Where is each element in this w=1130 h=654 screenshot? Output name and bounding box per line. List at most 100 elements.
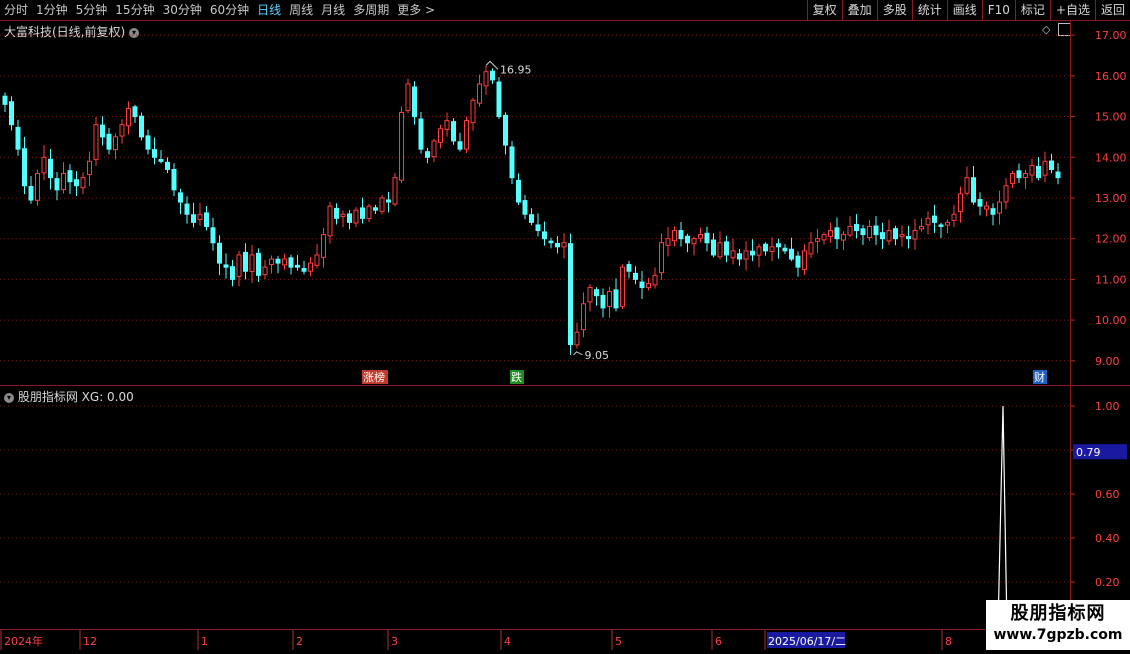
candle-body [1055, 171, 1061, 179]
candle-body [230, 266, 235, 280]
candle-body [496, 81, 502, 118]
tool-button-2[interactable]: 多股 [876, 0, 912, 20]
candle-body [880, 232, 885, 240]
candle-body [106, 133, 112, 150]
candle-body [2, 95, 8, 105]
period-tab-7[interactable]: 周线 [285, 0, 317, 20]
period-tab-2[interactable]: 5分钟 [72, 0, 112, 20]
candle-body [561, 242, 567, 248]
period-tab-9[interactable]: 多周期 [349, 0, 393, 20]
candle-body [48, 158, 53, 179]
candle-body [197, 213, 203, 220]
candle-body [925, 217, 931, 226]
xg-spike [997, 405, 1008, 629]
watermark: 股朋指标网 www.7gpzb.com [986, 600, 1130, 650]
tool-button-4[interactable]: 画线 [946, 0, 982, 20]
indicator-tick-label: 0.40 [1095, 532, 1120, 545]
candle-body [834, 227, 840, 240]
candle-body [360, 207, 365, 219]
date-tick-label: 6 [715, 635, 722, 648]
candle-body [542, 231, 547, 240]
candle-body [288, 257, 294, 268]
price-tick-label: 12.00 [1095, 233, 1127, 246]
watermark-title: 股朋指标网 [1010, 603, 1106, 624]
date-tick-label: 1 [201, 635, 208, 648]
candle-body [730, 250, 736, 259]
period-tab-3[interactable]: 15分钟 [111, 0, 158, 20]
date-axis: 2024年 12 1 2 3 4 5 6 2025/06/17/二 8 [0, 629, 1130, 651]
candle-body [451, 121, 456, 142]
period-tab-1[interactable]: 1分钟 [32, 0, 72, 20]
tool-button-8[interactable]: 返回 [1094, 0, 1130, 20]
candle-body [340, 213, 346, 217]
period-tab-6[interactable]: 日线 [253, 0, 285, 20]
period-tab-10[interactable]: 更多 > [393, 0, 439, 20]
candle-body [633, 272, 638, 280]
candle-body [951, 213, 957, 221]
candle-body [646, 282, 651, 289]
price-tick-label: 15.00 [1095, 111, 1127, 124]
candle-body [412, 86, 417, 118]
date-tick-label: 8 [945, 635, 952, 648]
period-tab-4[interactable]: 30分钟 [159, 0, 206, 20]
tool-button-1[interactable]: 叠加 [841, 0, 877, 20]
candle-body [327, 205, 333, 237]
candle-body [165, 161, 170, 170]
candle-body [22, 148, 27, 187]
candle-body [418, 118, 424, 150]
tool-button-0[interactable]: 复权 [806, 0, 842, 20]
date-tick-label: 2025/06/17/二 [768, 635, 846, 648]
tool-buttons: 复权 叠加 多股 统计 画线 F10 标记 +自选 返回 [806, 0, 1130, 20]
period-tab-5[interactable]: 60分钟 [206, 0, 253, 20]
price-tick-label: 11.00 [1095, 273, 1127, 286]
period-tab-0[interactable]: 分时 [0, 0, 32, 20]
candle-body [236, 254, 242, 277]
candle-body [399, 111, 404, 181]
candle-body [145, 135, 151, 150]
candle-body [724, 241, 729, 256]
candle-body [438, 128, 443, 144]
candle-body [652, 274, 658, 286]
period-tabs: 分时 1分钟 5分钟 15分钟 30分钟 60分钟 日线 周线 月线 多周期 更多 > [0, 0, 439, 20]
candle-body [1023, 173, 1028, 178]
candle-body [204, 212, 209, 227]
candle-body [964, 177, 970, 194]
candle-body [74, 179, 79, 187]
candle-body [613, 289, 619, 309]
tool-button-3[interactable]: 统计 [911, 0, 947, 20]
tool-button-7[interactable]: +自选 [1049, 0, 1095, 20]
tool-button-6[interactable]: 标记 [1014, 0, 1050, 20]
indicator-chart[interactable] [0, 386, 1070, 629]
candle-body [269, 258, 274, 266]
candle-body [334, 207, 339, 219]
candle-body [665, 238, 671, 246]
candle-body [802, 250, 807, 271]
candle-body [574, 331, 580, 346]
candle-body [912, 230, 918, 240]
period-tab-8[interactable]: 月线 [317, 0, 349, 20]
tool-button-5[interactable]: F10 [981, 0, 1015, 20]
candlestick-chart[interactable]: 16.95 9.05 涨榜 跌 财 [0, 21, 1070, 385]
candle-body [847, 225, 853, 236]
candle-body [41, 156, 47, 174]
candle-body [210, 227, 216, 244]
candle-body [301, 267, 307, 272]
candle-body [1003, 185, 1009, 203]
candle-body [626, 264, 632, 272]
price-tick-label: 10.00 [1095, 314, 1127, 327]
candle-body [737, 253, 742, 260]
price-tick-label: 9.00 [1095, 355, 1120, 368]
candle-body [425, 151, 430, 158]
candle-body [366, 205, 372, 219]
date-tick-label: 3 [391, 635, 398, 648]
candle-body [184, 203, 190, 215]
candle-body [620, 266, 625, 307]
candle-body [795, 255, 801, 268]
candle-body [711, 239, 716, 256]
candle-body [971, 177, 976, 203]
candle-body [464, 120, 469, 150]
candle-body [535, 224, 541, 232]
candle-body [581, 303, 586, 331]
indicator-tick-label: 0.20 [1095, 576, 1120, 589]
candle-body [152, 149, 157, 158]
